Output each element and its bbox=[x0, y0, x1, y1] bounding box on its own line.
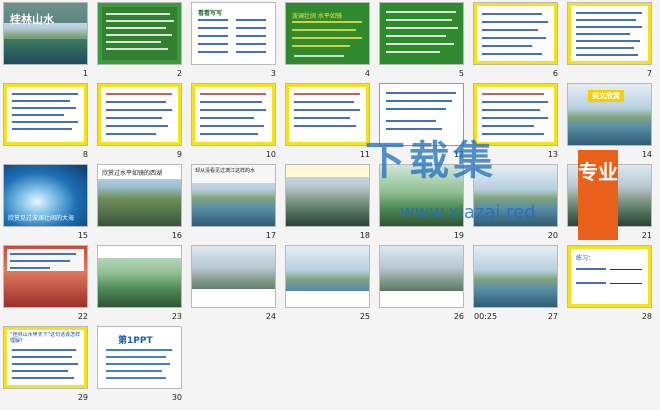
slide-thumb-4[interactable]: 波澜壮阔 水平如镜 4 bbox=[282, 0, 376, 81]
slide-17-caption: 却从没看见过漓江这样的水 bbox=[195, 168, 256, 174]
slide-29-preview[interactable]: “桂林山水甲天下”这句话该怎样理解？ bbox=[3, 326, 88, 389]
slide-number: 27 bbox=[547, 312, 558, 321]
slide-thumb-7[interactable]: 7 bbox=[564, 0, 658, 81]
slide-number: 24 bbox=[265, 312, 276, 321]
slide-15-caption: 欣赏见过波澜壮阔的大海 bbox=[8, 215, 75, 222]
slide-thumb-6[interactable]: 6 bbox=[470, 0, 564, 81]
slide-16-preview[interactable]: 欣赏过水平如镜的西湖 bbox=[97, 164, 182, 227]
slide-22-preview[interactable] bbox=[3, 245, 88, 308]
slide-number: 18 bbox=[359, 231, 370, 240]
slide-27-preview[interactable] bbox=[473, 245, 558, 308]
slide-number: 19 bbox=[453, 231, 464, 240]
slide-thumb-25[interactable]: 25 bbox=[282, 243, 376, 324]
watermark-badge: 专业 bbox=[578, 150, 618, 240]
slide-24-preview[interactable] bbox=[191, 245, 276, 308]
slide-thumb-10[interactable]: 10 bbox=[188, 81, 282, 162]
slide-17-preview[interactable]: 却从没看见过漓江这样的水 bbox=[191, 164, 276, 227]
slide-29-heading: “桂林山水甲天下”这句话该怎样理解？ bbox=[10, 332, 81, 344]
slide-5-preview[interactable] bbox=[379, 2, 464, 65]
slide-thumb-26[interactable]: 26 bbox=[376, 243, 470, 324]
slide-number: 22 bbox=[77, 312, 88, 321]
slide-14-preview[interactable]: 美文欣赏 bbox=[567, 83, 652, 146]
slide-thumb-2[interactable]: 2 bbox=[94, 0, 188, 81]
slide-1-preview[interactable]: 桂林山水 bbox=[3, 2, 88, 65]
slide-number: 7 bbox=[646, 69, 652, 78]
slide-14-title: 美文欣赏 bbox=[588, 90, 624, 102]
slide-number: 8 bbox=[82, 150, 88, 159]
slide-number: 20 bbox=[547, 231, 558, 240]
slide-number: 29 bbox=[77, 393, 88, 402]
slide-16-caption: 欣赏过水平如镜的西湖 bbox=[102, 170, 163, 177]
slide-number: 6 bbox=[552, 69, 558, 78]
slide-number: 5 bbox=[458, 69, 464, 78]
slide-thumb-24[interactable]: 24 bbox=[188, 243, 282, 324]
slide-6-preview[interactable] bbox=[473, 2, 558, 65]
slide-18-preview[interactable] bbox=[285, 164, 370, 227]
slide-25-preview[interactable] bbox=[285, 245, 370, 308]
slide-number: 10 bbox=[265, 150, 276, 159]
slide-8-preview[interactable] bbox=[3, 83, 88, 146]
slide-thumb-29[interactable]: “桂林山水甲天下”这句话该怎样理解？ 29 bbox=[0, 324, 94, 405]
slide-thumb-3[interactable]: 看看写写 3 bbox=[188, 0, 282, 81]
slide-thumb-16[interactable]: 欣赏过水平如镜的西湖 16 bbox=[94, 162, 188, 243]
slide-9-preview[interactable] bbox=[97, 83, 182, 146]
slide-thumb-30[interactable]: 第1PPT 30 bbox=[94, 324, 188, 405]
slide-number: 1 bbox=[82, 69, 88, 78]
slide-thumb-17[interactable]: 却从没看见过漓江这样的水 17 bbox=[188, 162, 282, 243]
slide-number: 30 bbox=[171, 393, 182, 402]
slide-3-preview[interactable]: 看看写写 bbox=[191, 2, 276, 65]
slide-number: 15 bbox=[77, 231, 88, 240]
slide-2-preview[interactable] bbox=[97, 2, 182, 65]
watermark-url: www.xiazai.red bbox=[400, 202, 536, 223]
slide-1-title: 桂林山水 bbox=[10, 13, 54, 26]
slide-number: 14 bbox=[641, 150, 652, 159]
slide-26-preview[interactable] bbox=[379, 245, 464, 308]
slide-thumb-18[interactable]: 18 bbox=[282, 162, 376, 243]
slide-thumb-15[interactable]: 欣赏见过波澜壮阔的大海 15 bbox=[0, 162, 94, 243]
slide-23-preview[interactable] bbox=[97, 245, 182, 308]
slide-number: 26 bbox=[453, 312, 464, 321]
slide-30-logo: 第1PPT bbox=[118, 336, 153, 346]
slide-thumb-9[interactable]: 9 bbox=[94, 81, 188, 162]
slide-4-text: 波澜壮阔 水平如镜 bbox=[292, 13, 342, 20]
slide-11-preview[interactable] bbox=[285, 83, 370, 146]
slide-timing: 00:25 bbox=[474, 312, 498, 321]
slide-4-preview[interactable]: 波澜壮阔 水平如镜 bbox=[285, 2, 370, 65]
slide-30-preview[interactable]: 第1PPT bbox=[97, 326, 182, 389]
slide-number: 9 bbox=[176, 150, 182, 159]
slide-thumb-23[interactable]: 23 bbox=[94, 243, 188, 324]
slide-10-preview[interactable] bbox=[191, 83, 276, 146]
slide-thumb-27[interactable]: 00:25 27 bbox=[470, 243, 564, 324]
slide-number: 2 bbox=[176, 69, 182, 78]
slide-number: 17 bbox=[265, 231, 276, 240]
slide-thumb-1[interactable]: 桂林山水 1 bbox=[0, 0, 94, 81]
slide-thumb-11[interactable]: 11 bbox=[282, 81, 376, 162]
slide-thumb-8[interactable]: 8 bbox=[0, 81, 94, 162]
slide-thumb-5[interactable]: 5 bbox=[376, 0, 470, 81]
slide-thumb-22[interactable]: 22 bbox=[0, 243, 94, 324]
slide-thumb-28[interactable]: 练习： 28 bbox=[564, 243, 658, 324]
watermark-text: 下载集 bbox=[365, 137, 497, 184]
slide-7-preview[interactable] bbox=[567, 2, 652, 65]
slide-number: 3 bbox=[270, 69, 276, 78]
slide-28-preview[interactable]: 练习： bbox=[567, 245, 652, 308]
slide-number: 4 bbox=[364, 69, 370, 78]
slide-3-heading: 看看写写 bbox=[198, 10, 223, 17]
slide-number: 23 bbox=[171, 312, 182, 321]
slide-number: 25 bbox=[359, 312, 370, 321]
slide-number: 21 bbox=[641, 231, 652, 240]
slide-number: 13 bbox=[547, 150, 558, 159]
slide-number: 16 bbox=[171, 231, 182, 240]
slide-28-heading: 练习： bbox=[576, 255, 595, 262]
slide-number: 28 bbox=[641, 312, 652, 321]
slide-sorter-grid: 桂林山水 1 2 看看写写 3 波澜壮阔 水平如镜 4 5 6 7 8 9 10… bbox=[0, 0, 660, 410]
slide-15-preview[interactable]: 欣赏见过波澜壮阔的大海 bbox=[3, 164, 88, 227]
